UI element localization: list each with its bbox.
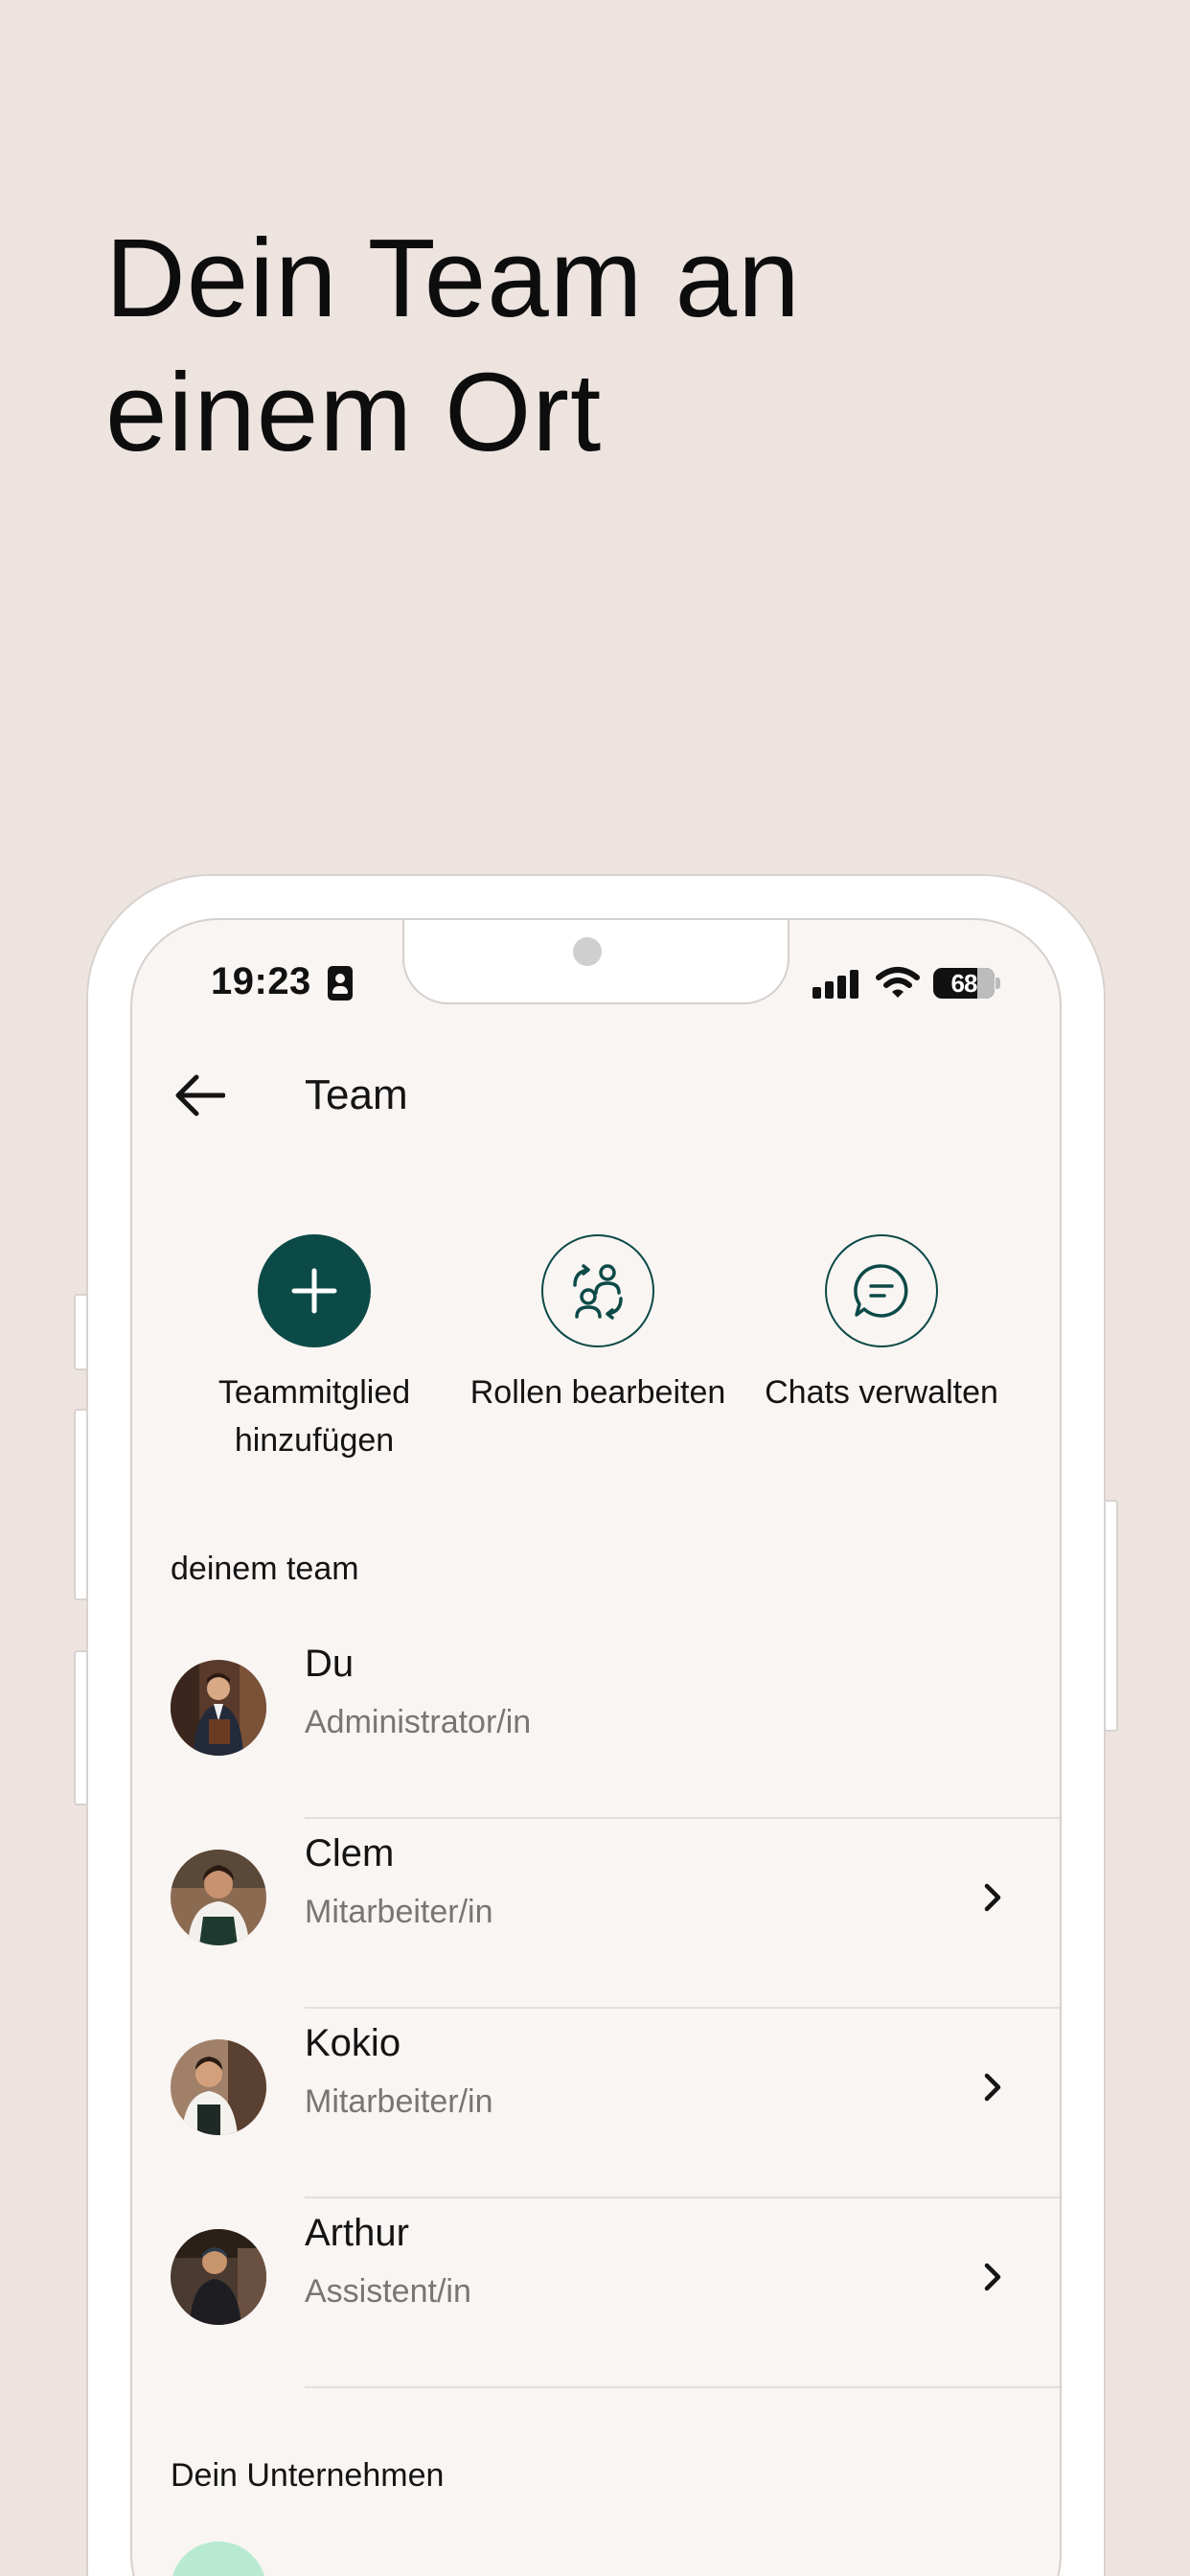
manage-chats-circle[interactable] [825,1234,938,1347]
member-name: Clem [305,1832,395,1874]
wifi-icon [876,967,920,998]
cellular-signal-icon [812,970,862,999]
avatar [171,1660,266,1756]
avatar [171,2039,266,2135]
status-time: 19:23 [211,960,311,1002]
manage-chats-label: Chats verwalten [765,1374,998,1411]
avatar [171,1850,266,1945]
manage-chats-button[interactable]: Chats verwalten [728,1234,1035,1416]
team-section-title: deinem team [171,1551,359,1587]
phone-screen: 19:23 68 Team Teammitglied hinzufügen Ro… [130,918,1062,2576]
company-section-title: Dein Unternehmen [171,2457,445,2494]
avatar [171,2229,266,2325]
add-team-member-button[interactable]: Teammitglied hinzufügen [161,1234,468,1464]
chevron-right-icon [984,1883,1001,1912]
team-member-row: Du Administrator/in [132,1629,1060,1819]
company-avatar[interactable] [171,2542,266,2576]
add-member-circle[interactable] [258,1234,371,1347]
member-role: Mitarbeiter/in [305,1894,493,1930]
member-name: Du [305,1643,355,1685]
battery-level: 68 [950,968,978,998]
edit-roles-button[interactable]: Rollen bearbeiten [445,1234,751,1416]
team-member-row[interactable]: Kokio Mitarbeiter/in [132,2009,1060,2198]
battery-icon: 68 [933,968,995,999]
battery-tip [995,978,1000,989]
chat-icon [854,1264,908,1318]
add-team-member-label: Teammitglied hinzufügen [217,1374,411,1459]
back-button[interactable] [171,1066,230,1125]
chevron-right-icon [984,2073,1001,2102]
plus-icon [291,1268,337,1314]
member-name: Kokio [305,2022,401,2064]
headline: Dein Team an einem Ort [105,216,801,474]
row-divider [305,2386,1060,2388]
page-title: Team [305,1071,408,1118]
member-name: Arthur [305,2212,409,2254]
edit-roles-label: Rollen bearbeiten [469,1374,726,1411]
member-role: Assistent/in [305,2273,471,2310]
team-member-row[interactable]: Arthur Assistent/in [132,2198,1060,2388]
member-role: Mitarbeiter/in [305,2083,493,2120]
edit-roles-circle[interactable] [541,1234,654,1347]
arrow-left-icon [175,1074,225,1116]
chevron-right-icon [984,2263,1001,2291]
contact-card-icon [328,966,353,1000]
swap-roles-icon [573,1264,623,1320]
member-role: Administrator/in [305,1704,532,1740]
camera-icon [573,937,602,966]
team-member-row[interactable]: Clem Mitarbeiter/in [132,1819,1060,2009]
